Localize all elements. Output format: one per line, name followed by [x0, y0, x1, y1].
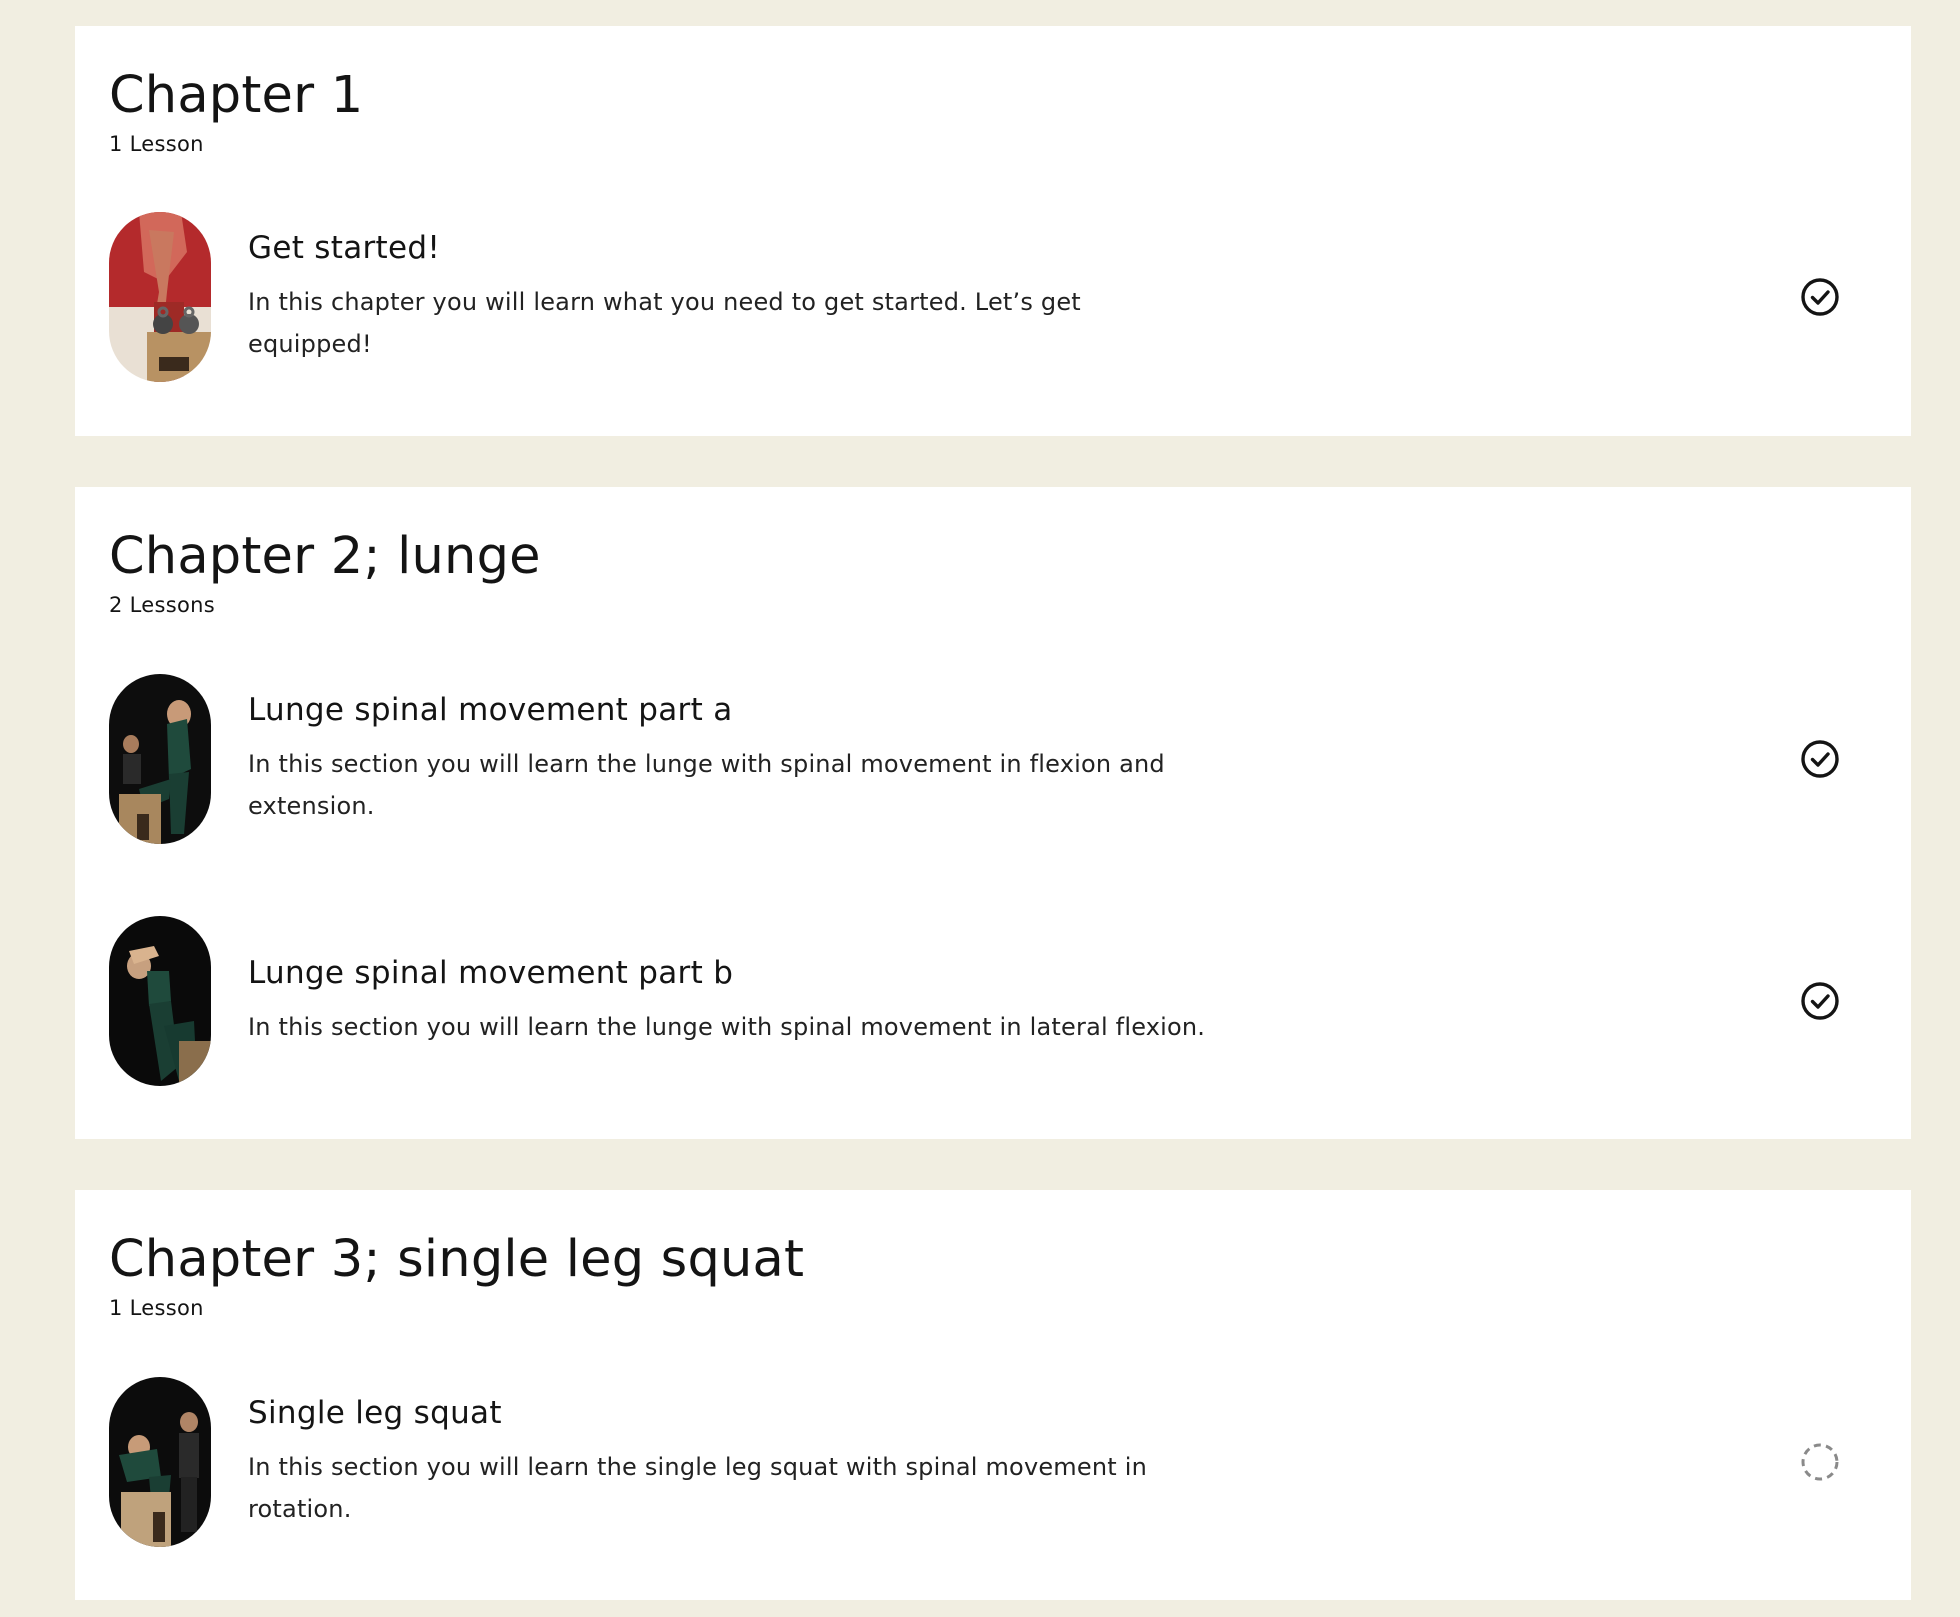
lesson-description-line: In this section you will learn the singl… [248, 1452, 1147, 1481]
lesson-item-lunge-part-b[interactable]: Lunge spinal movement part b In this sec… [109, 916, 1877, 1087]
lesson-description: In this section you will learn the lunge… [248, 1006, 1248, 1048]
lesson-thumbnail [109, 916, 211, 1087]
chapter-title: Chapter 1 [109, 66, 364, 125]
chapter-title: Chapter 3; single leg squat [109, 1230, 805, 1289]
lesson-title[interactable]: Lunge spinal movement part b [248, 955, 1248, 992]
lesson-list: Lunge spinal movement part a In this sec… [109, 674, 1877, 1087]
lesson-description: In this section you will learn the singl… [248, 1446, 1248, 1530]
lesson-item-lunge-part-a[interactable]: Lunge spinal movement part a In this sec… [109, 674, 1877, 845]
lesson-list: Get started! In this chapter you will le… [109, 212, 1877, 383]
lesson-title[interactable]: Get started! [248, 230, 1248, 267]
lesson-text: Single leg squat In this section you wil… [248, 1395, 1248, 1530]
chapter-card: Chapter 3; single leg squat 1 Lesson Sin… [75, 1190, 1911, 1600]
dashed-circle-icon [1799, 1441, 1841, 1483]
chapter-card: Chapter 2; lunge 2 Lessons Lunge spinal … [75, 487, 1911, 1139]
lesson-item-get-started[interactable]: Get started! In this chapter you will le… [109, 212, 1877, 383]
lesson-description-line: In this section you will learn the lunge… [248, 749, 1165, 778]
lesson-list: Single leg squat In this section you wil… [109, 1377, 1877, 1548]
chapter-title: Chapter 2; lunge [109, 527, 541, 586]
lesson-description-line: equipped! [248, 329, 372, 358]
chapter-list: Chapter 1 1 Lesson Get started! In this … [75, 26, 1911, 1600]
check-circle-icon [1799, 738, 1841, 780]
lesson-count: 2 Lessons [109, 593, 215, 618]
lesson-thumbnail [109, 1377, 211, 1548]
lesson-thumbnail [109, 212, 211, 383]
lesson-text: Lunge spinal movement part a In this sec… [248, 692, 1248, 827]
chapter-card: Chapter 1 1 Lesson Get started! In this … [75, 26, 1911, 436]
lesson-description-line: extension. [248, 791, 375, 820]
lesson-count: 1 Lesson [109, 132, 204, 157]
lesson-thumbnail [109, 674, 211, 845]
lesson-description-line: rotation. [248, 1494, 352, 1523]
check-circle-icon [1799, 980, 1841, 1022]
lesson-item-single-leg-squat[interactable]: Single leg squat In this section you wil… [109, 1377, 1877, 1548]
lesson-text: Lunge spinal movement part b In this sec… [248, 955, 1248, 1048]
lesson-title[interactable]: Single leg squat [248, 1395, 1248, 1432]
lesson-description: In this chapter you will learn what you … [248, 281, 1248, 365]
lesson-description-line: In this section you will learn the lunge… [248, 1012, 1206, 1041]
lesson-title[interactable]: Lunge spinal movement part a [248, 692, 1248, 729]
lesson-count: 1 Lesson [109, 1296, 204, 1321]
lesson-description: In this section you will learn the lunge… [248, 743, 1248, 827]
check-circle-icon [1799, 276, 1841, 318]
lesson-description-line: In this chapter you will learn what you … [248, 287, 1081, 316]
lesson-text: Get started! In this chapter you will le… [248, 230, 1248, 365]
